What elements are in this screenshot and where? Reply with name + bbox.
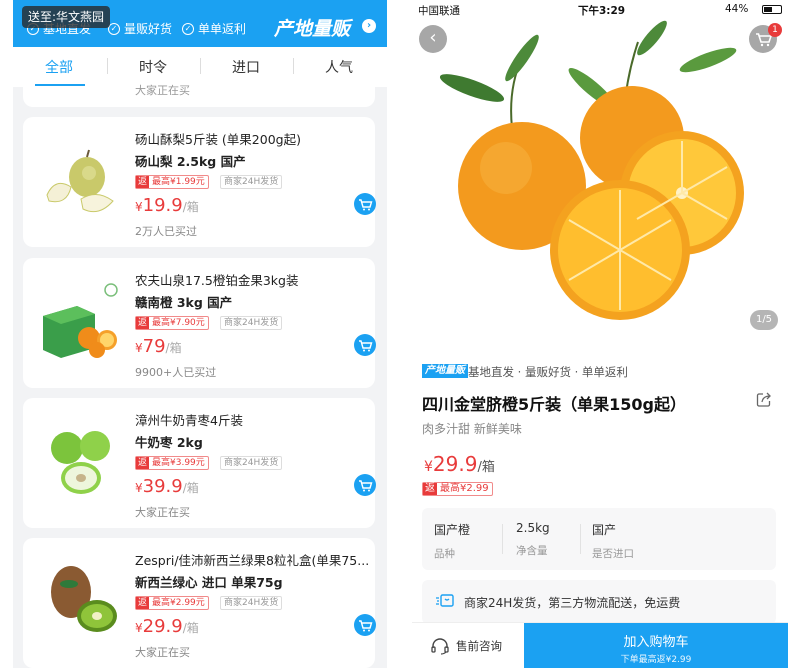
pear-image bbox=[46, 149, 114, 213]
product-name: Zespri/佳沛新西兰绿果8粒礼盒(单果75... bbox=[135, 553, 370, 568]
brand-banner[interactable]: ✓ 基地直发 ✓ 量贩好货 ✓ 单单返利 产地量贩 › 送至:华文燕园 bbox=[13, 0, 387, 47]
cart-count-badge: 1 bbox=[768, 23, 782, 37]
delivery-info[interactable]: 商家24H发货，第三方物流配送，免运费 bbox=[422, 580, 776, 624]
product-spec: 砀山梨 2.5kg 国产 bbox=[135, 154, 246, 169]
product-name: 砀山酥梨5斤装 (单果200g起) bbox=[135, 132, 301, 147]
divider bbox=[580, 524, 581, 554]
tab-divider bbox=[200, 58, 201, 74]
product-name: 漳州牛奶青枣4斤装 bbox=[135, 413, 243, 428]
product-list-screen: ✓ 基地直发 ✓ 量贩好货 ✓ 单单返利 产地量贩 › 送至:华文燕园 全部 时令 进… bbox=[13, 0, 387, 668]
sold-count: 大家正在买 bbox=[135, 506, 190, 519]
battery-icon bbox=[762, 5, 782, 14]
tab-all[interactable]: 全部 bbox=[45, 57, 73, 77]
product-price: ¥29.9/箱 bbox=[424, 452, 495, 476]
product-title: 四川金堂脐橙5斤装（单果150g起） bbox=[422, 395, 686, 414]
product-card[interactable]: Zespri/佳沛新西兰绿果8粒礼盒(单果75... 新西兰绿心 进口 单果75… bbox=[23, 538, 376, 668]
check-icon: ✓ bbox=[182, 22, 194, 35]
product-subtitle: 肉多汁甜 新鲜美味 bbox=[422, 422, 522, 436]
tab-divider bbox=[107, 58, 108, 74]
cart-icon bbox=[359, 199, 373, 211]
headset-icon bbox=[431, 638, 449, 655]
tab-divider bbox=[293, 58, 294, 74]
product-card[interactable]: 农夫山泉17.5橙铂金果3kg装 赣南橙 3kg 国产 返最高¥7.90元 商家… bbox=[23, 258, 376, 388]
cart-icon bbox=[359, 340, 373, 352]
rebate-badge: 返最高¥1.99元 bbox=[135, 175, 209, 189]
add-to-cart-button[interactable] bbox=[354, 614, 376, 636]
tab-imported[interactable]: 进口 bbox=[232, 57, 260, 77]
back-button[interactable]: ‹ bbox=[419, 25, 447, 53]
banner-tag: ✓ 量贩好货 bbox=[108, 20, 172, 37]
product-price: ¥79/箱 bbox=[135, 336, 182, 357]
product-spec: 牛奶枣 2kg bbox=[135, 435, 203, 450]
add-to-cart-button[interactable] bbox=[354, 474, 376, 496]
delivery-text: 商家24H发货，第三方物流配送，免运费 bbox=[464, 596, 681, 610]
banner-tag: ✓ 单单返利 bbox=[182, 20, 246, 37]
kiwi-image bbox=[51, 566, 117, 632]
share-icon[interactable] bbox=[755, 391, 773, 409]
chevron-right-icon[interactable]: › bbox=[362, 19, 376, 33]
product-attributes: 国产橙 品种 2.5kg 净含量 国产 是否进口 bbox=[422, 508, 776, 570]
tab-seasonal[interactable]: 时令 bbox=[139, 57, 167, 77]
attribute-item: 2.5kg 净含量 bbox=[516, 521, 550, 557]
clock: 下午3:29 bbox=[578, 5, 626, 17]
rebate-badge: 返最高¥7.90元 bbox=[135, 316, 209, 330]
divider bbox=[502, 524, 503, 554]
product-detail-screen: 中国联通 下午3:29 44% ‹ 1 1/5 产地量贩 基地直发 · 量贩好货… bbox=[412, 0, 788, 668]
shipping-badge: 商家24H发货 bbox=[220, 175, 283, 189]
brand-logo: 产地量贩 bbox=[422, 364, 468, 378]
rebate-badge: 返最高¥2.99 bbox=[422, 482, 493, 496]
delivery-box-icon bbox=[436, 594, 454, 607]
rebate-badge: 返最高¥2.99元 bbox=[135, 596, 209, 610]
sold-count: 2万人已买过 bbox=[135, 225, 197, 238]
cart-icon bbox=[359, 620, 373, 632]
product-card[interactable]: 砀山酥梨5斤装 (单果200g起) 砀山梨 2.5kg 国产 返最高¥1.99元… bbox=[23, 117, 376, 247]
brand-logo: 产地量贩 bbox=[274, 18, 351, 40]
jujube-image bbox=[51, 431, 110, 494]
product-price: ¥39.9/箱 bbox=[135, 476, 199, 497]
sold-count: 9900+人已买过 bbox=[135, 366, 217, 379]
product-price: ¥29.9/箱 bbox=[135, 616, 199, 637]
delivery-location[interactable]: 送至:华文燕园 bbox=[22, 6, 111, 28]
status-bar: 中国联通 下午3:29 44% bbox=[412, 0, 788, 18]
attribute-item: 国产橙 品种 bbox=[434, 523, 471, 560]
product-hero-image[interactable] bbox=[412, 18, 788, 348]
product-spec: 新西兰绿心 进口 单果75g bbox=[135, 575, 283, 590]
active-tab-indicator bbox=[35, 84, 85, 86]
sold-count: 大家正在买 bbox=[135, 646, 190, 659]
shipping-badge: 商家24H发货 bbox=[220, 456, 283, 470]
attribute-item: 国产 是否进口 bbox=[592, 523, 634, 560]
add-to-cart-button[interactable] bbox=[354, 334, 376, 356]
orange-box-image bbox=[43, 283, 118, 358]
product-card[interactable] bbox=[23, 87, 375, 107]
battery-percent: 44% bbox=[725, 3, 749, 15]
shipping-badge: 商家24H发货 bbox=[220, 316, 283, 330]
add-to-cart-button[interactable]: 加入购物车 下单最高返¥2.99 bbox=[524, 623, 788, 668]
product-name: 农夫山泉17.5橙铂金果3kg装 bbox=[135, 273, 299, 288]
image-page-indicator: 1/5 bbox=[750, 310, 778, 330]
cart-icon bbox=[359, 480, 373, 492]
add-to-cart-rebate: 下单最高返¥2.99 bbox=[620, 655, 692, 665]
add-to-cart-button[interactable] bbox=[354, 193, 376, 215]
add-to-cart-label: 加入购物车 bbox=[623, 635, 689, 650]
carrier-label: 中国联通 bbox=[418, 5, 460, 17]
product-price: ¥19.9/箱 bbox=[135, 195, 199, 216]
tab-popular[interactable]: 人气 bbox=[325, 57, 353, 77]
category-tabs: 全部 时令 进口 人气 bbox=[13, 47, 387, 87]
product-card[interactable]: 漳州牛奶青枣4斤装 牛奶枣 2kg 返最高¥3.99元 商家24H发货 ¥39.… bbox=[23, 398, 376, 528]
rebate-badge: 返最高¥3.99元 bbox=[135, 456, 209, 470]
product-spec: 赣南橙 3kg 国产 bbox=[135, 295, 233, 310]
shipping-badge: 商家24H发货 bbox=[220, 596, 283, 610]
product-tags: 基地直发 · 量贩好货 · 单单返利 bbox=[468, 365, 628, 379]
bottom-action-bar: 售前咨询 加入购物车 下单最高返¥2.99 bbox=[412, 622, 788, 668]
sold-count: 大家正在买 bbox=[135, 84, 190, 97]
consult-button[interactable]: 售前咨询 bbox=[430, 637, 502, 655]
